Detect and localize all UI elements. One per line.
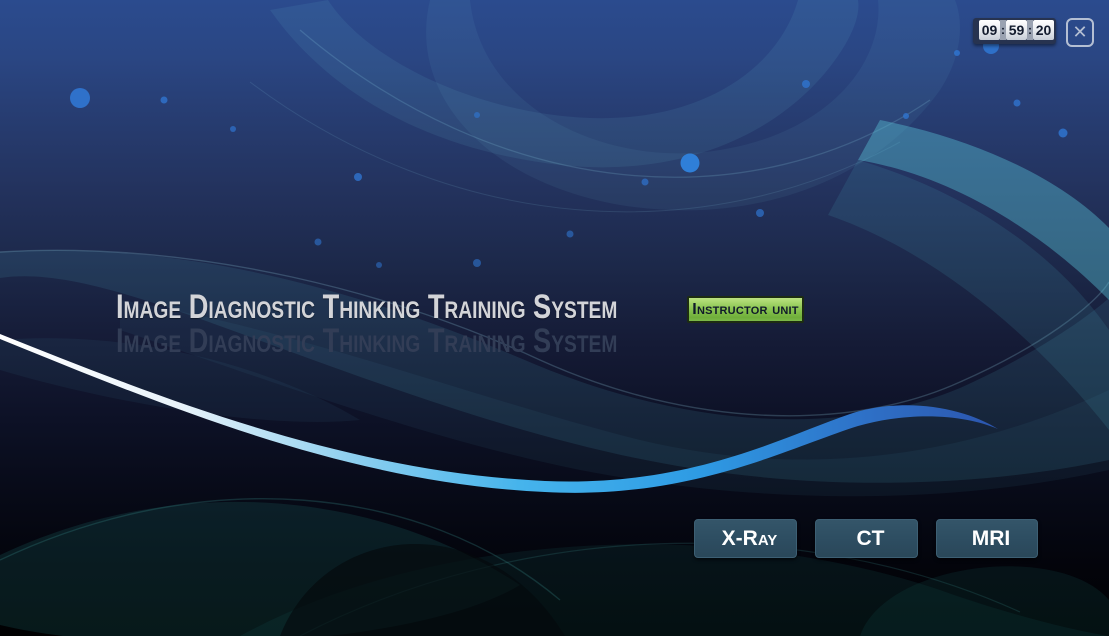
page-title-reflection: Image Diagnostic Thinking Training Syste… (116, 324, 617, 358)
xray-button[interactable]: X-Ray (694, 519, 797, 558)
bottom-swirl (860, 566, 1109, 636)
clock: 09 : 59 : 20 (973, 18, 1056, 44)
close-button[interactable]: ✕ (1066, 18, 1094, 47)
ct-button[interactable]: CT (815, 519, 918, 558)
splash-screen: 09 : 59 : 20 ✕ Image Diagnostic Thinking… (0, 0, 1109, 636)
clock-seconds: 20 (1033, 20, 1054, 40)
page-title: Image Diagnostic Thinking Training Syste… (116, 290, 617, 324)
close-icon: ✕ (1072, 24, 1087, 42)
clock-hours: 09 (979, 20, 1000, 40)
clock-minutes: 59 (1006, 20, 1027, 40)
mri-button[interactable]: MRI (936, 519, 1038, 558)
instructor-unit-badge: Instructor unit (687, 296, 804, 323)
